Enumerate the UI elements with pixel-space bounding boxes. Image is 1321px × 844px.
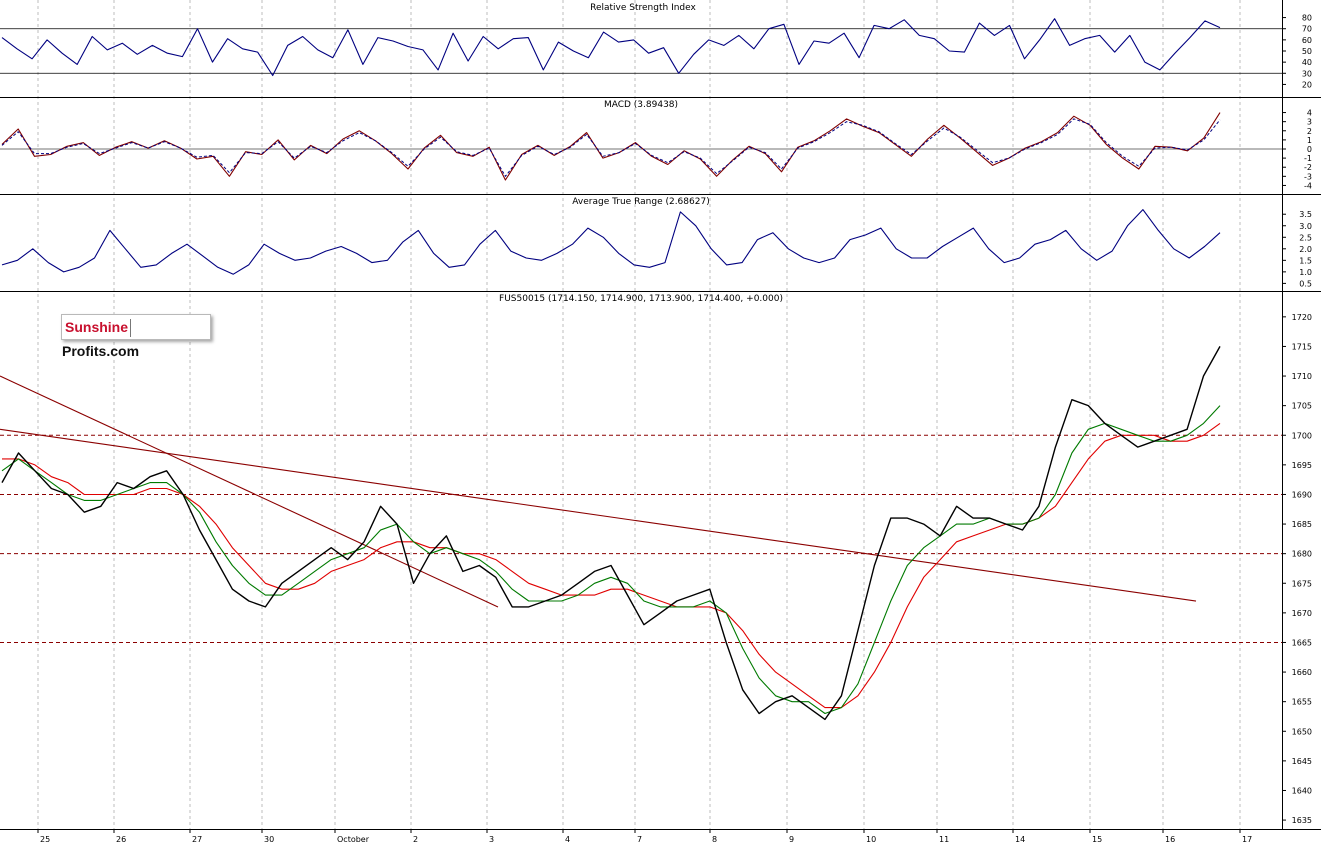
x-tick-label: 15 — [1092, 835, 1102, 844]
rsi-panel-title: Relative Strength Index — [590, 3, 696, 13]
x-tick-label: 17 — [1242, 835, 1252, 844]
macd-y-tick-label: 4 — [1307, 109, 1312, 118]
rsi-y-tick-label: 20 — [1302, 80, 1312, 89]
x-tick-label: October — [337, 835, 370, 844]
price-panel-title: FUS50015 (1714.150, 1714.900, 1713.900, … — [499, 294, 783, 304]
x-tick-label: 11 — [939, 835, 949, 844]
logo-text-profits: Profits.com — [62, 343, 140, 359]
price-y-tick-label: 1715 — [1292, 342, 1312, 351]
grid-lines — [37, 0, 1241, 829]
macd-y-tick-label: 2 — [1307, 127, 1312, 136]
rsi-y-tick-label: 50 — [1302, 47, 1312, 56]
price-moving-average-fast — [1, 405, 1221, 715]
atr-y-tick-label: 2.5 — [1299, 233, 1312, 242]
logo-text-sunshine: Sunshine — [65, 319, 129, 335]
price-y-tick-label: 1690 — [1292, 490, 1312, 499]
macd-series-line — [1, 112, 1221, 181]
rsi-y-tick-label: 70 — [1302, 25, 1312, 34]
price-y-tick-label: 1635 — [1292, 816, 1312, 825]
macd-y-tick-label: -2 — [1304, 163, 1312, 172]
macd-y-tick-label: -3 — [1304, 172, 1312, 181]
x-tick-label: 9 — [789, 835, 794, 844]
x-tick-label: 2 — [413, 835, 418, 844]
panel-frames — [0, 0, 1321, 830]
price-y-tick-label: 1670 — [1292, 609, 1312, 618]
logo-separator — [130, 319, 132, 338]
macd-y-tick-label: 0 — [1307, 145, 1312, 154]
x-tick-label: 27 — [192, 835, 202, 844]
price-y-tick-label: 1700 — [1292, 431, 1312, 440]
price-y-tick-label: 1650 — [1292, 727, 1312, 736]
price-y-tick-label: 1665 — [1292, 638, 1312, 647]
macd-y-tick-label: 3 — [1307, 118, 1312, 127]
atr-y-tick-label: 1.0 — [1299, 268, 1312, 277]
x-tick-label: 8 — [712, 835, 717, 844]
rsi-y-tick-label: 80 — [1302, 14, 1312, 23]
rsi-y-tick-label: 30 — [1302, 69, 1312, 78]
price-y-tick-label: 1655 — [1292, 698, 1312, 707]
price-series-line — [1, 346, 1221, 721]
rsi-y-tick-label: 40 — [1302, 58, 1312, 67]
price-y-tick-label: 1705 — [1292, 402, 1312, 411]
macd-panel-title: MACD (3.89438) — [604, 100, 678, 110]
atr-panel-title: Average True Range (2.68627) — [572, 197, 709, 207]
x-tick-label: 10 — [866, 835, 876, 844]
atr-y-tick-label: 3.5 — [1299, 210, 1312, 219]
x-tick-label: 7 — [637, 835, 642, 844]
x-tick-label: 3 — [489, 835, 494, 844]
macd-y-tick-label: -4 — [1304, 181, 1312, 190]
atr-y-tick-label: 2.0 — [1299, 245, 1312, 254]
macd-signal-line — [1, 118, 1221, 177]
macd-y-tick-label: -1 — [1304, 154, 1312, 163]
rsi-y-tick-label: 60 — [1302, 36, 1312, 45]
x-tick-label: 25 — [40, 835, 50, 844]
atr-y-tick-label: 1.5 — [1299, 256, 1312, 265]
price-trendline — [0, 375, 499, 608]
price-y-tick-label: 1640 — [1292, 786, 1312, 795]
x-tick-label: 26 — [116, 835, 126, 844]
price-trendline — [0, 428, 1197, 602]
x-tick-label: 16 — [1165, 835, 1175, 844]
price-y-tick-label: 1695 — [1292, 461, 1312, 470]
x-tick-label: 30 — [264, 835, 274, 844]
price-y-tick-label: 1675 — [1292, 579, 1312, 588]
chart-canvas: 8070605040302043210-1-2-3-43.53.02.52.01… — [0, 0, 1321, 844]
atr-series-line — [1, 209, 1221, 275]
x-tick-label: 14 — [1015, 835, 1025, 844]
atr-y-tick-label: 0.5 — [1299, 279, 1312, 288]
price-y-tick-label: 1680 — [1292, 550, 1312, 559]
x-tick-label: 4 — [565, 835, 570, 844]
atr-y-tick-label: 3.0 — [1299, 222, 1312, 231]
price-y-tick-label: 1720 — [1292, 313, 1312, 322]
price-y-tick-label: 1710 — [1292, 372, 1312, 381]
macd-y-tick-label: 1 — [1307, 136, 1312, 145]
rsi-series-line — [1, 18, 1221, 77]
sunshine-profits-logo: Sunshine Profits.com — [61, 314, 211, 359]
price-y-tick-label: 1645 — [1292, 757, 1312, 766]
price-y-tick-label: 1685 — [1292, 520, 1312, 529]
price-y-tick-label: 1660 — [1292, 668, 1312, 677]
